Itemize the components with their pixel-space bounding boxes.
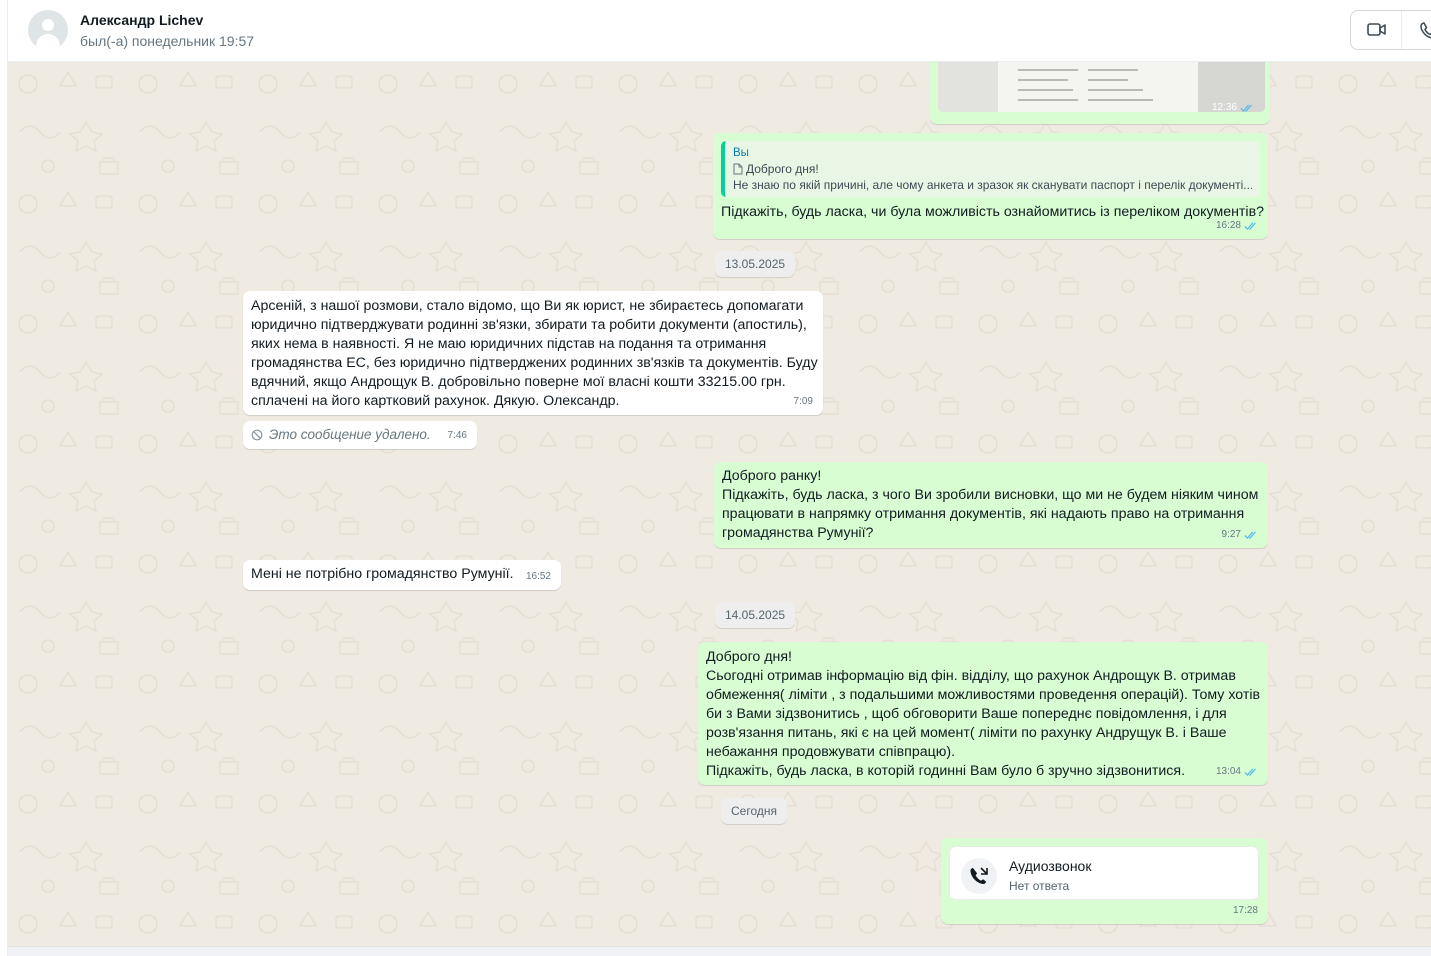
message-text: Доброго дня! Сьогодні отримав інформацію… (706, 649, 1261, 779)
message-time: 16:52 (525, 571, 551, 582)
message-time: 17:28 (1232, 905, 1258, 916)
video-call-button[interactable] (1351, 11, 1402, 49)
message-meta: 7:46 (448, 426, 467, 445)
message-meta: 12:36 (1212, 98, 1254, 117)
document-icon (733, 163, 743, 175)
call-icon-circle (961, 858, 997, 894)
message-meta: 16:28 (1216, 216, 1258, 235)
blocked-icon (251, 429, 263, 440)
message-text: Мені не потрібно громадянство Румунії. (251, 566, 514, 582)
date-separator: 14.05.2025 (715, 602, 796, 628)
deleted-notice: Это сообщение удалено. (251, 425, 431, 444)
read-receipt-icon (1240, 104, 1252, 112)
message-time: 12:36 (1211, 102, 1237, 113)
video-camera-icon (1367, 23, 1386, 36)
message-time: 16:28 (1215, 220, 1241, 231)
image-message[interactable]: 12:36 (930, 62, 1270, 124)
outgoing-message[interactable]: Доброго дня! Сьогодні отримав інформацію… (698, 642, 1268, 785)
call-subtitle: Нет ответа (1009, 879, 1070, 893)
call-title: Аудиозвонок (1009, 858, 1092, 874)
date-separator: 13.05.2025 (715, 251, 796, 277)
quoted-text-2: Не знаю по якій причині, але чому анкета… (733, 178, 1252, 192)
chat-header: Александр Lichev был(-а) понедельник 19:… (8, 0, 1431, 62)
read-receipt-icon (1244, 531, 1256, 539)
quoted-author: Вы (733, 147, 749, 159)
message-text: Доброго ранку! Підкажіть, будь ласка, з … (722, 468, 1259, 541)
deleted-message[interactable]: Это сообщение удалено. 7:46 (243, 421, 477, 449)
sidebar-edge (0, 0, 8, 956)
message-text: Підкажіть, будь ласка, чи була можливіст… (721, 204, 1265, 220)
message-meta: 7:09 (794, 392, 813, 411)
call-message[interactable]: Аудиозвонок Нет ответа 17:28 (941, 838, 1268, 924)
voice-call-button[interactable] (1401, 11, 1431, 49)
phone-icon (1420, 22, 1431, 39)
quoted-message[interactable]: Вы Доброго дня! Не знаю по якій причині,… (721, 141, 1260, 197)
contact-status: был(-а) понедельник 19:57 (80, 33, 255, 49)
outgoing-message-reply[interactable]: Вы Доброго дня! Не знаю по якій причині,… (713, 133, 1268, 239)
quoted-text-1: Доброго дня! (746, 162, 819, 176)
incoming-message[interactable]: Мені не потрібно громадянство Румунії. 1… (243, 560, 561, 590)
missed-call-icon (970, 867, 988, 884)
avatar-placeholder-head (42, 19, 54, 31)
message-time: 7:46 (447, 430, 467, 441)
message-time: 9:27 (1221, 529, 1241, 540)
message-meta: 17:28 (1233, 901, 1258, 920)
message-meta: 9:27 (1222, 525, 1258, 544)
message-meta: 16:52 (526, 567, 551, 586)
quoted-line: Доброго дня! (733, 161, 1252, 177)
message-time: 13:04 (1215, 766, 1241, 777)
outgoing-message[interactable]: Доброго ранку! Підкажіть, будь ласка, з … (714, 462, 1268, 548)
read-receipt-icon (1244, 768, 1256, 776)
whatsapp-window: Александр Lichev был(-а) понедельник 19:… (0, 0, 1431, 956)
message-text: Арсеній, з нашої розмови, стало відомо, … (251, 298, 818, 409)
chat-area[interactable]: 12:36 Вы Доброго дня! Не знаю по якій пр… (8, 62, 1431, 946)
date-separator: Сегодня (721, 798, 787, 824)
avatar[interactable] (28, 10, 68, 50)
composer-edge (8, 946, 1431, 956)
deleted-text: Это сообщение удалено. (269, 427, 431, 442)
avatar-placeholder-body (36, 34, 60, 50)
message-time: 7:09 (793, 396, 813, 407)
audio-call-card[interactable]: Аудиозвонок Нет ответа (949, 846, 1259, 900)
incoming-message[interactable]: Арсеній, з нашої розмови, стало відомо, … (243, 291, 823, 415)
message-meta: 13:04 (1216, 762, 1258, 781)
call-buttons (1350, 10, 1431, 50)
contact-name[interactable]: Александр Lichev (80, 12, 203, 28)
read-receipt-icon (1244, 222, 1256, 230)
